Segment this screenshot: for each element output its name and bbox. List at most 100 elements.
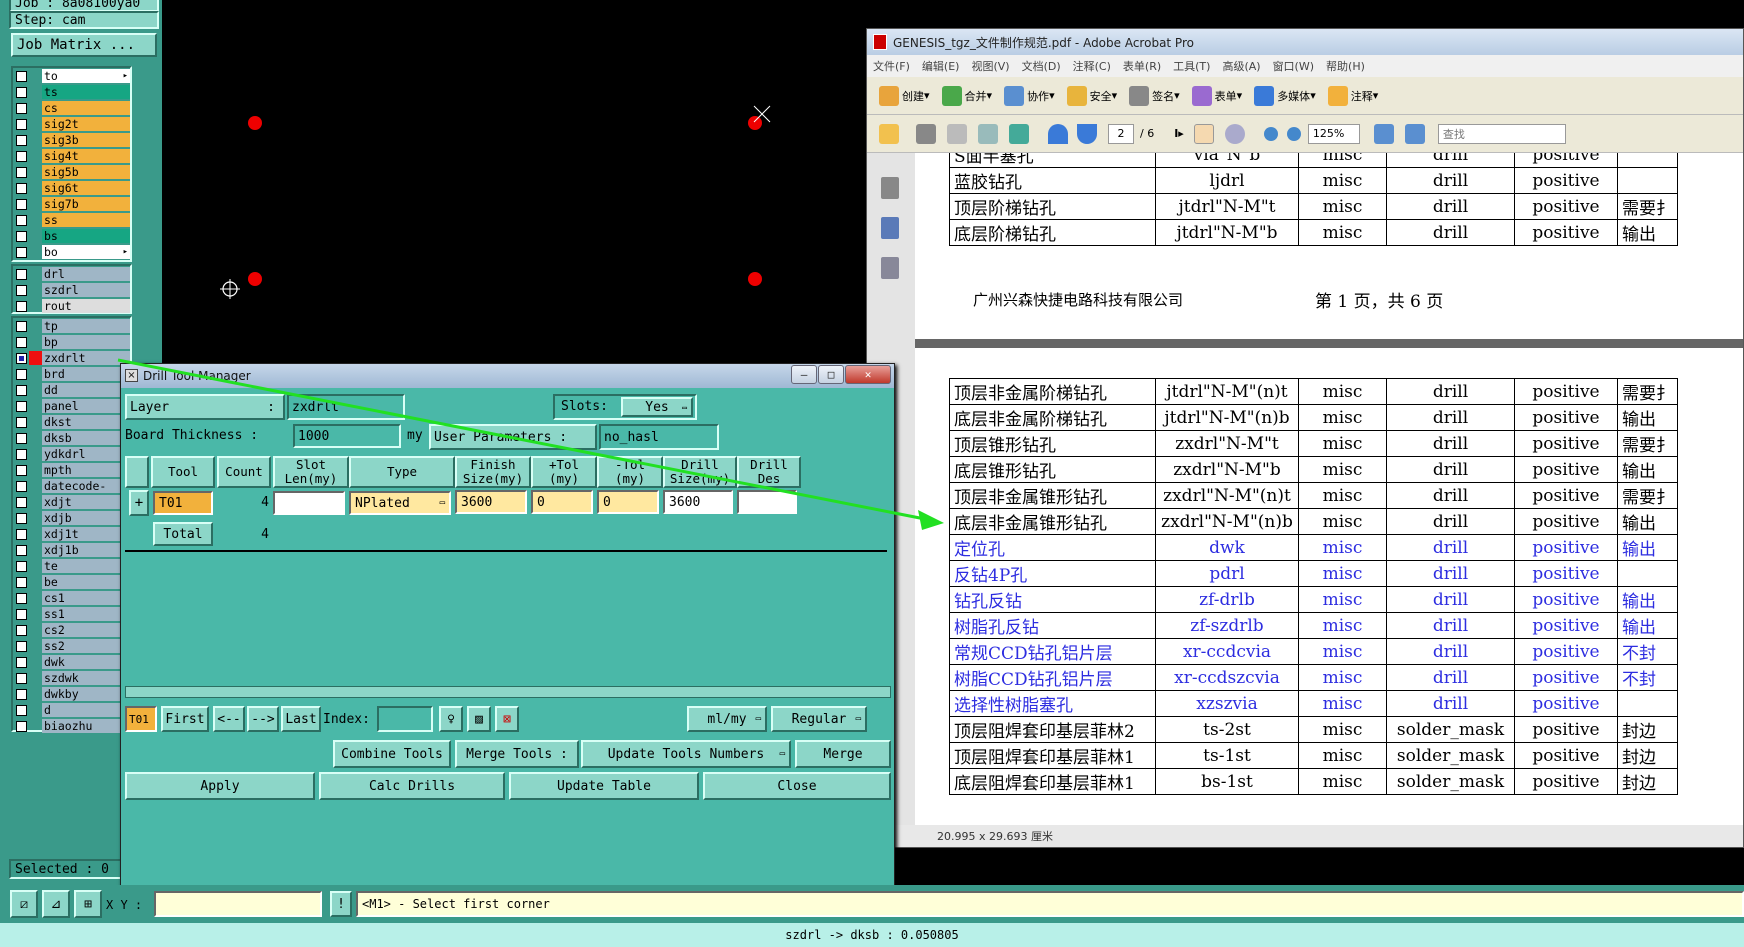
layer-affected-marker[interactable] [29, 229, 42, 243]
layer-row-d[interactable]: d [13, 702, 130, 718]
menu-item[interactable]: 视图(V) [965, 58, 1015, 74]
layer-checkbox[interactable] [16, 464, 27, 476]
layer-row-ss[interactable]: ss [13, 212, 130, 228]
layer-affected-marker[interactable] [29, 607, 42, 621]
layer-checkbox[interactable] [16, 624, 27, 636]
layer-affected-marker[interactable] [29, 85, 42, 99]
layer-row-biaozhu[interactable]: biaozhu [13, 718, 130, 734]
prev-button[interactable]: <-- [213, 706, 245, 732]
drill-pad[interactable] [248, 116, 262, 130]
layer-row-sig3b[interactable]: sig3b [13, 132, 130, 148]
layer-checkbox[interactable] [16, 480, 27, 492]
slots-select[interactable]: Yes ▭ [621, 397, 693, 417]
header-tool[interactable]: Tool [151, 456, 215, 488]
layer-affected-marker[interactable] [29, 703, 42, 717]
layer-checkbox[interactable] [16, 400, 27, 412]
toolbar-create-button[interactable]: 创建 ▾ [879, 85, 930, 106]
layer-affected-marker[interactable] [29, 351, 42, 365]
layer-affected-marker[interactable] [29, 283, 42, 297]
calc-drills-button[interactable]: Calc Drills [319, 772, 505, 800]
slot-len-input[interactable] [273, 491, 345, 515]
layer-affected-marker[interactable] [29, 415, 42, 429]
layer-checkbox[interactable] [16, 268, 27, 280]
layer-affected-marker[interactable] [29, 335, 42, 349]
close-button[interactable]: Close [703, 772, 891, 800]
layer-affected-marker[interactable] [29, 267, 42, 281]
layer-row-xdj1t[interactable]: xdj1t [13, 526, 130, 542]
layer-row-mpth[interactable]: mpth [13, 462, 130, 478]
layer-affected-marker[interactable] [29, 197, 42, 211]
layer-affected-marker[interactable] [29, 591, 42, 605]
layer-checkbox[interactable] [16, 198, 27, 210]
layer-affected-marker[interactable] [29, 671, 42, 685]
layer-affected-marker[interactable] [29, 245, 42, 259]
next-page-icon[interactable] [1077, 123, 1097, 144]
close-window-button[interactable]: ✕ [845, 365, 891, 384]
fit-page-icon[interactable] [1404, 123, 1425, 144]
print-icon[interactable] [916, 123, 936, 144]
layer-affected-marker[interactable] [29, 69, 42, 83]
layer-row-sig7b[interactable]: sig7b [13, 196, 130, 212]
layer-checkbox[interactable] [16, 416, 27, 428]
layer-row-sig5b[interactable]: sig5b [13, 164, 130, 180]
layer-affected-marker[interactable] [29, 431, 42, 445]
zoom-tool-icon[interactable] [1224, 123, 1245, 144]
zoom-window-icon[interactable]: ⧄ [10, 890, 38, 918]
layer-checkbox[interactable] [16, 528, 27, 540]
update-table-button[interactable]: Update Table [509, 772, 699, 800]
zoom-select[interactable]: 125% [1307, 123, 1360, 144]
layer-row-dkst[interactable]: dkst [13, 414, 130, 430]
layer-checkbox[interactable] [16, 576, 27, 588]
layer-checkbox[interactable] [16, 592, 27, 604]
layer-affected-marker[interactable] [29, 559, 42, 573]
layer-row-xdj1b[interactable]: xdj1b [13, 542, 130, 558]
units-select[interactable]: ml/my ▭ [687, 706, 767, 732]
layer-checkbox[interactable] [16, 368, 27, 380]
layer-checkbox[interactable] [16, 720, 27, 732]
bookmarks-panel-icon[interactable] [881, 217, 899, 239]
toolbar-combine-button[interactable]: 合并 ▾ [941, 85, 992, 106]
document-area[interactable]: S面半塞孔 via"N"b misc drill positive 蓝胶钻孔 ljdrl mi… [915, 153, 1743, 825]
layer-affected-marker[interactable] [29, 623, 42, 637]
next-button[interactable]: --> [247, 706, 279, 732]
menu-item[interactable]: 窗口(W) [1267, 58, 1320, 74]
layer-affected-marker[interactable] [29, 117, 42, 131]
layer-row-dwk[interactable]: dwk [13, 654, 130, 670]
layer-checkbox[interactable] [16, 320, 27, 332]
layer-row-panel[interactable]: panel [13, 398, 130, 414]
mode-select[interactable]: Regular ▭ [771, 706, 867, 732]
layer-checkbox[interactable] [16, 560, 27, 572]
job-matrix-button[interactable]: Job Matrix ... [11, 33, 157, 57]
layer-affected-marker[interactable] [29, 165, 42, 179]
maximize-button[interactable]: □ [818, 365, 844, 384]
layer-affected-marker[interactable] [29, 463, 42, 477]
layer-checkbox[interactable] [16, 384, 27, 396]
toolbar-comment-button[interactable]: 注释 ▾ [1327, 85, 1378, 106]
layer-checkbox[interactable] [16, 704, 27, 716]
layer-row-szdrl[interactable]: szdrl [13, 282, 130, 298]
zoom-in-icon[interactable] [1286, 126, 1301, 141]
update-tools-numbers-select[interactable]: Update Tools Numbers ▭ [581, 740, 791, 768]
share-icon[interactable] [1009, 123, 1029, 144]
menu-item[interactable]: 帮助(H) [1320, 58, 1371, 74]
user-parameters-label[interactable]: User Parameters : [429, 424, 597, 450]
horizontal-scrollbar[interactable] [125, 686, 891, 698]
finish-size-input[interactable]: 3600 [455, 490, 527, 514]
drill-pad[interactable] [748, 272, 762, 286]
drill-pad[interactable] [248, 272, 262, 286]
layer-affected-marker[interactable] [29, 575, 42, 589]
layer-affected-marker[interactable] [29, 213, 42, 227]
fit-width-icon[interactable] [1373, 123, 1394, 144]
header-plus-tol[interactable]: +Tol (my) [531, 456, 597, 488]
layer-checkbox[interactable] [16, 512, 27, 524]
layer-field[interactable]: zxdrlt [287, 394, 405, 420]
drill-size-input[interactable]: 3600 [663, 490, 733, 514]
combine-tools-button[interactable]: Combine Tools [333, 740, 451, 768]
menu-item[interactable]: 文档(D) [1016, 58, 1067, 74]
layer-row-to[interactable]: to ▸ [13, 68, 130, 84]
type-select[interactable]: NPlated ▭ [349, 491, 451, 515]
signatures-panel-icon[interactable] [881, 257, 899, 279]
layer-checkbox[interactable] [16, 672, 27, 684]
layer-checkbox[interactable] [16, 284, 27, 296]
layer-row-datecode-[interactable]: datecode- [13, 478, 130, 494]
